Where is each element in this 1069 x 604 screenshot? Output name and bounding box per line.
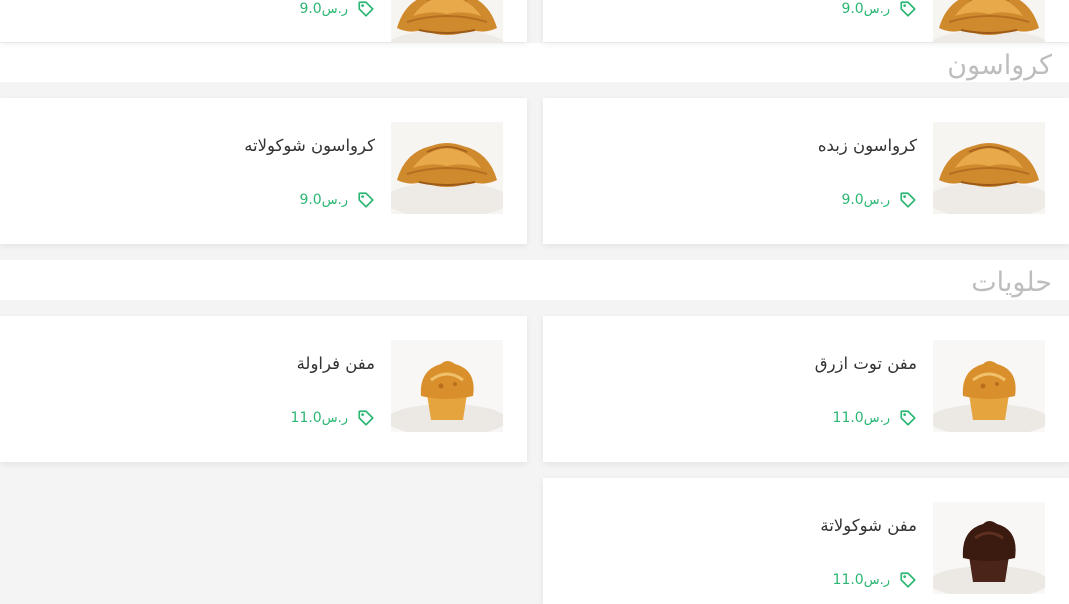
- product-name: مفن توت ازرق: [814, 354, 917, 373]
- price-tag-icon: [899, 0, 917, 18]
- product-image: [933, 122, 1045, 214]
- price: 11.0ر.س: [832, 410, 890, 426]
- price-row: 9.0ر.س: [841, 0, 917, 19]
- menu-item-card[interactable]: مفن شوكولاتة 11.0ر.س: [543, 478, 1069, 604]
- product-name: مفن شوكولاتة: [820, 516, 917, 535]
- price-row: 11.0ر.س: [291, 408, 375, 428]
- price-row: 9.0ر.س: [299, 190, 375, 210]
- price: 9.0ر.س: [299, 192, 348, 208]
- menu-item-card[interactable]: 9.0ر.س: [0, 0, 527, 42]
- price-row: 11.0ر.س: [833, 570, 917, 590]
- section-title: كرواسون: [947, 50, 1052, 81]
- menu-item-card[interactable]: مفن توت ازرق 11.0ر.س: [543, 316, 1069, 462]
- price-row: 9.0ر.س: [299, 0, 375, 19]
- product-name: كرواسون شوكولاته: [244, 136, 375, 155]
- section-title: حلويات: [971, 267, 1052, 298]
- menu-item-card[interactable]: مفن فراولة 11.0ر.س: [0, 316, 527, 462]
- product-name: مفن فراولة: [296, 354, 375, 373]
- price: 11.0ر.س: [832, 572, 890, 588]
- product-image: [933, 502, 1045, 594]
- price-tag-icon: [357, 191, 375, 209]
- product-image: [391, 0, 503, 42]
- price-tag-icon: [899, 191, 917, 209]
- price-row: 11.0ر.س: [833, 408, 917, 428]
- menu-item-card[interactable]: كرواسون زبده 9.0ر.س: [543, 98, 1069, 244]
- menu-item-card[interactable]: 9.0ر.س: [543, 0, 1069, 42]
- price-tag-icon: [899, 409, 917, 427]
- price: 9.0ر.س: [841, 192, 890, 208]
- section-header-band: [0, 260, 1069, 300]
- product-image: [391, 122, 503, 214]
- price: 9.0ر.س: [299, 1, 348, 17]
- price-tag-icon: [357, 0, 375, 18]
- product-name: كرواسون زبده: [817, 136, 917, 155]
- price: 9.0ر.س: [841, 1, 890, 17]
- price-tag-icon: [357, 409, 375, 427]
- product-image: [933, 0, 1045, 42]
- section-header-band: [0, 43, 1069, 82]
- price-row: 9.0ر.س: [841, 190, 917, 210]
- product-image: [933, 340, 1045, 432]
- price: 11.0ر.س: [290, 410, 348, 426]
- product-image: [391, 340, 503, 432]
- price-tag-icon: [899, 571, 917, 589]
- menu-item-card[interactable]: كرواسون شوكولاته 9.0ر.س: [0, 98, 527, 244]
